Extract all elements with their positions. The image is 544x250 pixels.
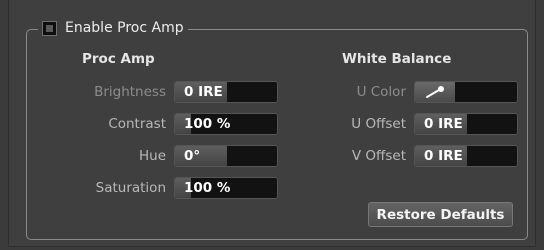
- hue-slider[interactable]: 0°: [174, 145, 278, 167]
- hue-label: Hue: [138, 148, 166, 164]
- enable-proc-amp-toggle[interactable]: Enable Proc Amp: [38, 17, 188, 39]
- v-offset-label: V Offset: [351, 148, 406, 164]
- brightness-label: Brightness: [94, 84, 166, 100]
- u-color-label: U Color: [356, 84, 406, 100]
- u-offset-value: 0 IRE: [424, 116, 463, 132]
- saturation-slider[interactable]: 100 %: [174, 177, 278, 199]
- v-offset-slider[interactable]: 0 IRE: [414, 145, 518, 167]
- contrast-value: 100 %: [184, 116, 231, 132]
- restore-defaults-button[interactable]: Restore Defaults: [368, 202, 513, 227]
- u-offset-slider[interactable]: 0 IRE: [414, 113, 518, 135]
- enable-proc-amp-checkbox[interactable]: [42, 20, 57, 36]
- brightness-slider[interactable]: 0 IRE: [174, 81, 278, 103]
- white-balance-title: White Balance: [342, 51, 452, 67]
- u-color-picker[interactable]: [414, 81, 518, 103]
- proc-amp-title: Proc Amp: [82, 51, 155, 67]
- hue-level: [175, 146, 227, 166]
- saturation-value: 100 %: [184, 180, 231, 196]
- contrast-label: Contrast: [108, 116, 166, 132]
- checkbox-indicator: [46, 24, 53, 32]
- brightness-value: 0 IRE: [184, 84, 223, 100]
- u-offset-label: U Offset: [351, 116, 406, 132]
- hue-value: 0°: [184, 148, 201, 164]
- contrast-slider[interactable]: 100 %: [174, 113, 278, 135]
- saturation-label: Saturation: [95, 180, 166, 196]
- v-offset-value: 0 IRE: [424, 148, 463, 164]
- enable-proc-amp-label: Enable Proc Amp: [65, 20, 184, 36]
- eyedropper-icon: [426, 86, 444, 98]
